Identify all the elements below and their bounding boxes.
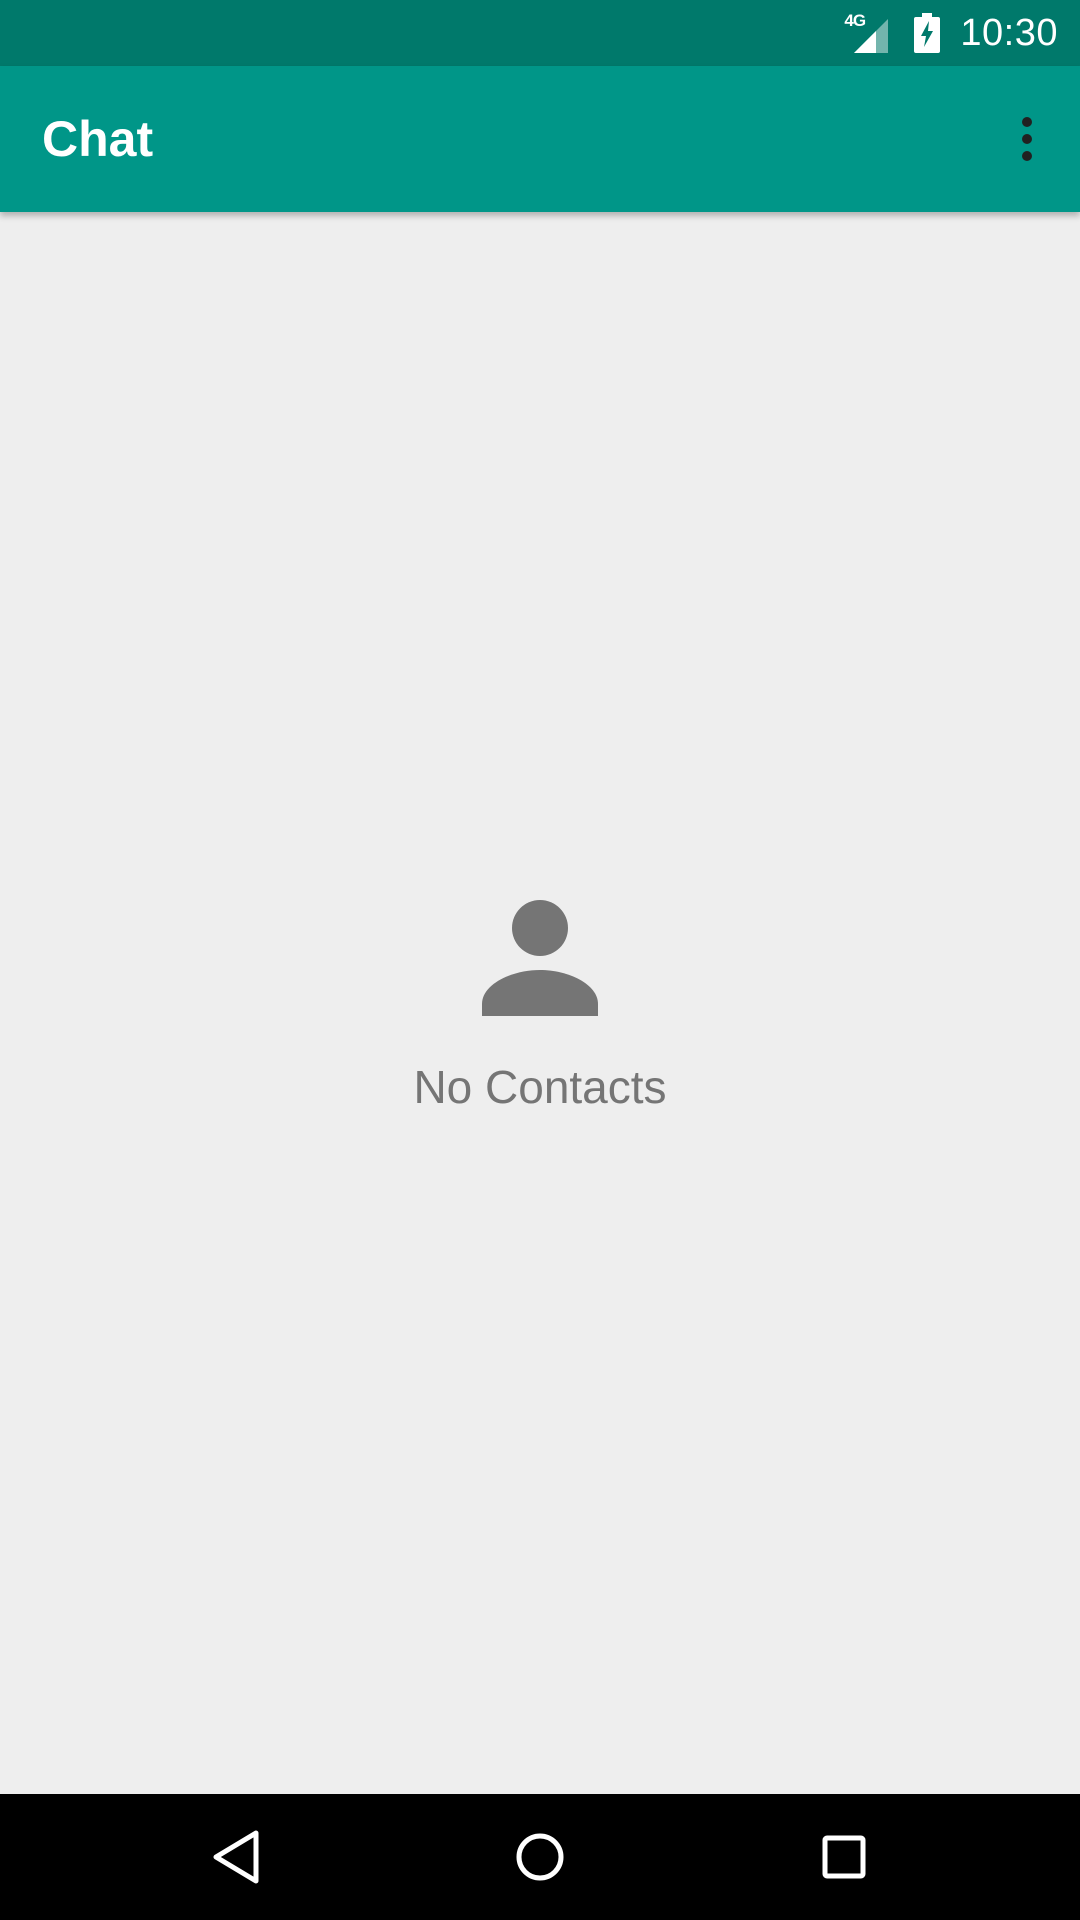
- more-vert-icon: [1022, 117, 1032, 161]
- screen: 4G 10:30 Chat No Contacts: [0, 0, 1080, 1920]
- app-bar: Chat: [0, 66, 1080, 212]
- back-button[interactable]: [196, 1817, 276, 1897]
- app-title: Chat: [42, 111, 154, 167]
- recents-button[interactable]: [804, 1817, 884, 1897]
- empty-state: No Contacts: [0, 900, 1080, 1114]
- recents-icon: [822, 1835, 866, 1879]
- signal-indicator: 4G: [844, 11, 892, 53]
- overflow-menu-button[interactable]: [992, 104, 1062, 174]
- home-icon: [516, 1833, 564, 1881]
- back-icon: [213, 1830, 259, 1884]
- navigation-bar: [0, 1794, 1080, 1920]
- battery-charging-icon: [914, 13, 941, 53]
- status-clock: 10:30: [960, 11, 1058, 54]
- empty-state-message: No Contacts: [413, 1061, 667, 1113]
- network-type-label: 4G: [844, 11, 866, 30]
- person-icon: [482, 900, 598, 1016]
- status-icons: 4G 10:30: [844, 0, 1058, 66]
- home-button[interactable]: [500, 1817, 580, 1897]
- status-bar: 4G 10:30: [0, 0, 1080, 66]
